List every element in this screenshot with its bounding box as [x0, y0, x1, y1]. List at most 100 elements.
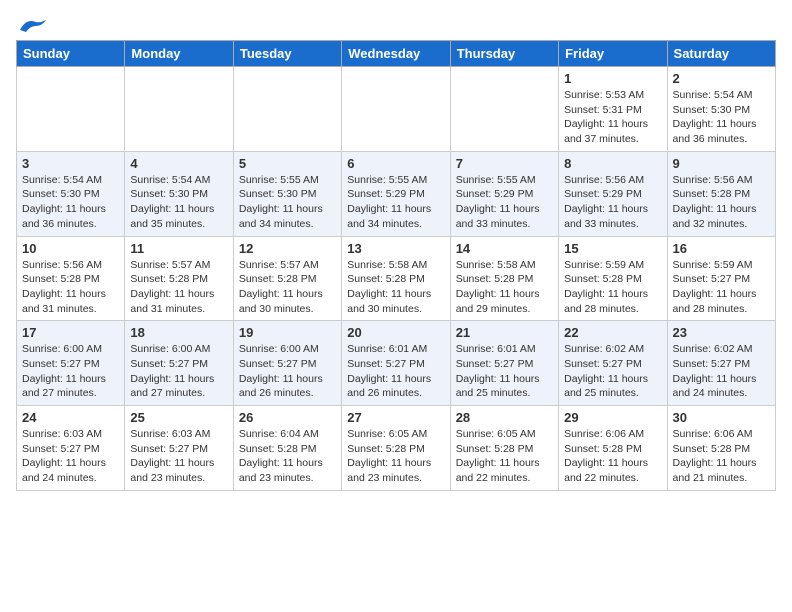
calendar-cell: 19Sunrise: 6:00 AMSunset: 5:27 PMDayligh…: [233, 321, 341, 406]
day-number: 21: [456, 325, 553, 340]
day-info-line: Sunset: 5:27 PM: [673, 357, 770, 372]
day-info-line: Daylight: 11 hours: [239, 202, 336, 217]
day-info-line: Sunrise: 5:57 AM: [239, 258, 336, 273]
day-number: 5: [239, 156, 336, 171]
day-info-line: Sunset: 5:28 PM: [239, 442, 336, 457]
day-info-line: Sunset: 5:30 PM: [239, 187, 336, 202]
day-info-line: and 26 minutes.: [239, 386, 336, 401]
day-number: 2: [673, 71, 770, 86]
day-info-line: Sunset: 5:27 PM: [130, 442, 227, 457]
day-number: 26: [239, 410, 336, 425]
day-info-line: Daylight: 11 hours: [564, 372, 661, 387]
day-number: 25: [130, 410, 227, 425]
day-info-line: Sunset: 5:27 PM: [22, 357, 119, 372]
day-info-line: Sunrise: 6:03 AM: [22, 427, 119, 442]
day-number: 14: [456, 241, 553, 256]
day-info-line: Sunrise: 6:02 AM: [673, 342, 770, 357]
day-info-line: Daylight: 11 hours: [130, 372, 227, 387]
day-info-line: Sunset: 5:27 PM: [347, 357, 444, 372]
day-number: 11: [130, 241, 227, 256]
day-info-line: and 34 minutes.: [347, 217, 444, 232]
calendar-cell: 30Sunrise: 6:06 AMSunset: 5:28 PMDayligh…: [667, 406, 775, 491]
calendar-cell: 3Sunrise: 5:54 AMSunset: 5:30 PMDaylight…: [17, 151, 125, 236]
day-info-line: Daylight: 11 hours: [456, 202, 553, 217]
calendar-cell: 18 Sunrise: 6:00 AMSunset: 5:27 PMDayligh…: [125, 321, 233, 406]
day-number: 30: [673, 410, 770, 425]
calendar-cell: [342, 67, 450, 152]
day-info-line: Sunrise: 5:59 AM: [564, 258, 661, 273]
day-info-line: Sunset: 5:28 PM: [564, 442, 661, 457]
calendar-cell: 7Sunrise: 5:55 AMSunset: 5:29 PMDaylight…: [450, 151, 558, 236]
calendar-cell: 28Sunrise: 6:05 AMSunset: 5:28 PMDayligh…: [450, 406, 558, 491]
day-info-line: and 26 minutes.: [347, 386, 444, 401]
day-info-line: Sunset: 5:30 PM: [22, 187, 119, 202]
day-info-line: and 30 minutes.: [347, 302, 444, 317]
day-info-line: Daylight: 11 hours: [564, 202, 661, 217]
day-info-line: Sunrise: 5:54 AM: [130, 173, 227, 188]
day-info-line: and 25 minutes.: [456, 386, 553, 401]
day-number: 3: [22, 156, 119, 171]
calendar-cell: 5 Sunrise: 5:55 AMSunset: 5:30 PMDaylight…: [233, 151, 341, 236]
day-info-line: Daylight: 11 hours: [673, 202, 770, 217]
day-number: 8: [564, 156, 661, 171]
day-info-line: Sunset: 5:28 PM: [22, 272, 119, 287]
day-number: 19: [239, 325, 336, 340]
calendar-table: SundayMondayTuesdayWednesdayThursdayFrid…: [16, 40, 776, 491]
col-header-wednesday: Wednesday: [342, 41, 450, 67]
calendar-cell: 16Sunrise: 5:59 AMSunset: 5:27 PMDayligh…: [667, 236, 775, 321]
day-info-line: and 31 minutes.: [130, 302, 227, 317]
day-info-line: Sunset: 5:27 PM: [564, 357, 661, 372]
calendar-cell: 12Sunrise: 5:57 AMSunset: 5:28 PMDayligh…: [233, 236, 341, 321]
day-info-line: Sunset: 5:30 PM: [130, 187, 227, 202]
day-info-line: Sunset: 5:27 PM: [239, 357, 336, 372]
day-info-line: Sunrise: 5:58 AM: [456, 258, 553, 273]
day-info-line: Sunrise: 6:02 AM: [564, 342, 661, 357]
day-info-line: Daylight: 11 hours: [347, 372, 444, 387]
logo: [16, 16, 48, 32]
day-number: 13: [347, 241, 444, 256]
day-info-line: and 30 minutes.: [239, 302, 336, 317]
day-info-line: Sunrise: 6:05 AM: [456, 427, 553, 442]
day-info-line: Sunrise: 6:05 AM: [347, 427, 444, 442]
calendar-cell: 9Sunrise: 5:56 AMSunset: 5:28 PMDaylight…: [667, 151, 775, 236]
day-info-line: Daylight: 11 hours: [347, 287, 444, 302]
day-info-line: Daylight: 11 hours: [130, 456, 227, 471]
calendar-cell: 11Sunrise: 5:57 AMSunset: 5:28 PMDayligh…: [125, 236, 233, 321]
day-info-line: Sunrise: 6:00 AM: [22, 342, 119, 357]
day-info-line: Sunrise: 6:00 AM: [130, 342, 227, 357]
day-info-line: and 22 minutes.: [564, 471, 661, 486]
day-number: 17: [22, 325, 119, 340]
day-info-line: Sunset: 5:27 PM: [130, 357, 227, 372]
day-info-line: Sunset: 5:30 PM: [673, 103, 770, 118]
day-number: 10: [22, 241, 119, 256]
day-info-line: Daylight: 11 hours: [564, 287, 661, 302]
day-info-line: Sunset: 5:29 PM: [564, 187, 661, 202]
day-info-line: Daylight: 11 hours: [456, 456, 553, 471]
day-info-line: and 36 minutes.: [673, 132, 770, 147]
day-info-line: Sunset: 5:27 PM: [456, 357, 553, 372]
calendar-cell: 8Sunrise: 5:56 AMSunset: 5:29 PMDaylight…: [559, 151, 667, 236]
col-header-saturday: Saturday: [667, 41, 775, 67]
day-info-line: and 22 minutes.: [456, 471, 553, 486]
day-info-line: Sunset: 5:28 PM: [239, 272, 336, 287]
day-info-line: Sunrise: 6:06 AM: [564, 427, 661, 442]
day-info-line: Sunset: 5:29 PM: [456, 187, 553, 202]
day-number: 18: [130, 325, 227, 340]
day-info-line: Daylight: 11 hours: [673, 372, 770, 387]
day-info-line: Daylight: 11 hours: [22, 202, 119, 217]
calendar-cell: [233, 67, 341, 152]
day-info-line: Sunset: 5:28 PM: [347, 442, 444, 457]
logo-bird-icon: [18, 16, 48, 36]
day-info-line: and 24 minutes.: [22, 471, 119, 486]
day-info-line: Sunset: 5:31 PM: [564, 103, 661, 118]
calendar-cell: 24Sunrise: 6:03 AMSunset: 5:27 PMDayligh…: [17, 406, 125, 491]
day-info-line: Daylight: 11 hours: [130, 287, 227, 302]
day-info-line: and 37 minutes.: [564, 132, 661, 147]
day-number: 15: [564, 241, 661, 256]
day-info-line: Sunrise: 5:55 AM: [239, 173, 336, 188]
day-info-line: Sunset: 5:28 PM: [130, 272, 227, 287]
calendar-cell: 15Sunrise: 5:59 AMSunset: 5:28 PMDayligh…: [559, 236, 667, 321]
calendar-cell: 22Sunrise: 6:02 AMSunset: 5:27 PMDayligh…: [559, 321, 667, 406]
day-info-line: Sunrise: 5:58 AM: [347, 258, 444, 273]
day-info-line: and 33 minutes.: [456, 217, 553, 232]
